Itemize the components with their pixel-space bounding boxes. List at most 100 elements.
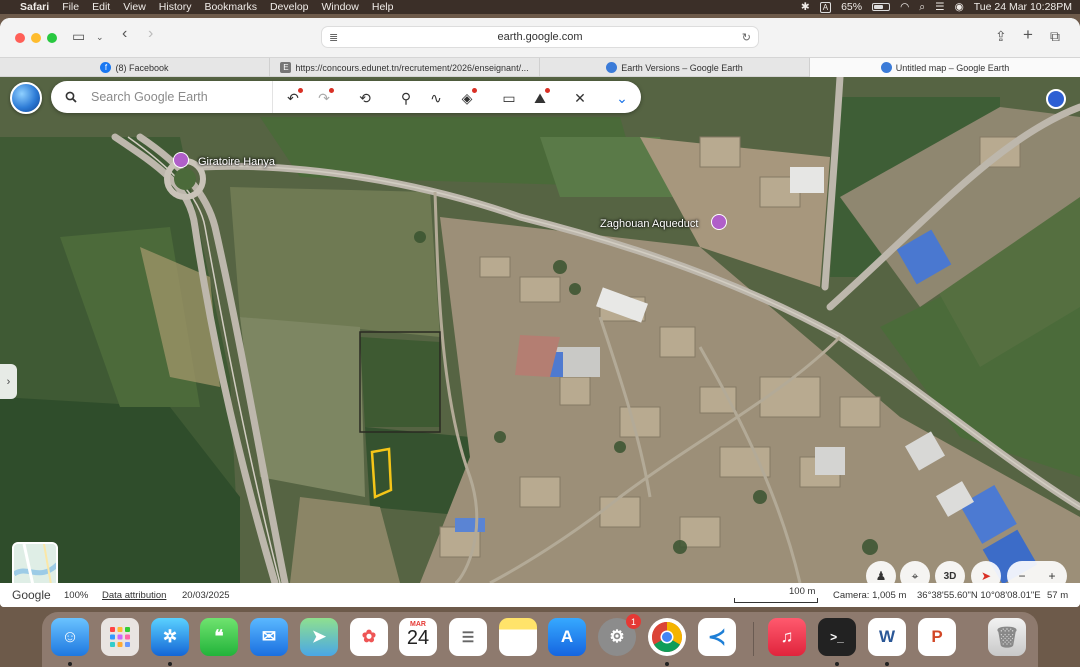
mail-icon[interactable]: ✉: [250, 618, 288, 656]
tab-facebook[interactable]: f (8) Facebook: [0, 58, 270, 77]
sidebar-toggle-icon[interactable]: ▭: [72, 28, 85, 45]
layers-notification-dot: [472, 88, 477, 93]
map-style-thumbnail[interactable]: [12, 542, 58, 583]
undo-icon[interactable]: ↶: [284, 88, 303, 107]
menu-file[interactable]: File: [62, 1, 79, 13]
page-menu-icon[interactable]: ≣: [329, 31, 338, 44]
siri-icon[interactable]: ◉: [955, 1, 964, 13]
bluetooth-icon[interactable]: ✱: [801, 1, 810, 13]
aqueduct-label[interactable]: Zaghouan Aqueduct: [600, 218, 698, 230]
spotlight-icon[interactable]: ⌕: [919, 1, 925, 14]
battery-percent[interactable]: 65%: [841, 1, 862, 13]
edunet-icon: E: [280, 62, 292, 73]
control-center-icon[interactable]: ☰: [935, 1, 944, 13]
menu-help[interactable]: Help: [372, 1, 394, 13]
close-window-button[interactable]: [15, 33, 25, 43]
earth-status-bar: Google 100% Data attribution 20/03/2025 …: [0, 583, 1080, 607]
placemark-icon[interactable]: ⚲: [397, 89, 415, 107]
address-bar[interactable]: ≣ earth.google.com ↻: [321, 26, 759, 48]
music-icon[interactable]: ♫: [768, 618, 806, 656]
menu-history[interactable]: History: [159, 1, 192, 13]
street-view-button[interactable]: ♟: [866, 561, 896, 583]
finder-icon[interactable]: ☺: [51, 618, 89, 656]
tab-earth-versions[interactable]: Earth Versions – Google Earth: [540, 58, 810, 77]
path-icon[interactable]: ∿: [427, 89, 445, 107]
powerpoint-icon[interactable]: P: [918, 618, 956, 656]
redo-notification-dot: [329, 88, 334, 93]
scale-label: 100 m: [789, 586, 816, 597]
chevron-down-icon[interactable]: ⌄: [613, 89, 631, 107]
undo-notification-dot: [298, 88, 303, 93]
launchpad-icon[interactable]: [101, 618, 139, 656]
trash-icon[interactable]: 🗑: [988, 618, 1026, 656]
keyboard-input-icon[interactable]: A: [819, 1, 832, 13]
history-icon[interactable]: ⟲: [356, 89, 374, 107]
app-store-icon[interactable]: A: [548, 618, 586, 656]
maps-icon[interactable]: ➤: [300, 618, 338, 656]
new-tab-button[interactable]: +: [1023, 25, 1033, 45]
compass-icon: ➤: [980, 569, 992, 583]
tab-title: Untitled map – Google Earth: [895, 62, 1010, 73]
chrome-logo: [651, 622, 683, 653]
menu-bookmarks[interactable]: Bookmarks: [204, 1, 257, 13]
vscode-icon[interactable]: ≺: [698, 618, 736, 656]
tab-untitled-map[interactable]: Untitled map – Google Earth: [810, 58, 1080, 77]
zoom-in-icon[interactable]: +: [1048, 569, 1055, 583]
menu-edit[interactable]: Edit: [92, 1, 110, 13]
menu-window[interactable]: Window: [322, 1, 359, 13]
roundabout-pin-icon[interactable]: [173, 152, 189, 168]
running-indicator: [168, 662, 172, 666]
messages-icon[interactable]: ❝: [200, 618, 238, 656]
data-attribution-link[interactable]: Data attribution: [102, 590, 166, 601]
location-button[interactable]: ⌖: [900, 561, 930, 583]
sidebar-chevron-icon[interactable]: ⌄: [96, 32, 104, 43]
layers-icon[interactable]: ◈: [458, 88, 477, 107]
zoom-window-button[interactable]: [47, 33, 57, 43]
tab-overview-icon[interactable]: ⧉: [1050, 28, 1060, 45]
notes-icon[interactable]: [499, 618, 537, 656]
word-icon[interactable]: W: [868, 618, 906, 656]
calendar-icon[interactable]: MAR 24: [399, 618, 437, 656]
share-icon[interactable]: ⇪: [995, 28, 1007, 45]
satellite-imagery[interactable]: [0, 77, 1080, 583]
system-settings-icon[interactable]: ⚙ 1: [598, 614, 641, 656]
safari-toolbar: ▭ ⌄ ‹ › ≣ earth.google.com ↻ ⇪ + ⧉: [0, 18, 1080, 57]
battery-icon[interactable]: [872, 3, 891, 11]
settings-badge: 1: [626, 614, 641, 629]
camera-altitude: Camera: 1,005 m: [833, 590, 907, 601]
roundabout-label[interactable]: Giratoire Hanya: [198, 156, 275, 168]
side-panel-toggle[interactable]: ›: [0, 364, 17, 399]
image-overlay-icon[interactable]: ⛰: [531, 88, 550, 107]
back-button[interactable]: ‹: [122, 25, 127, 43]
menu-view[interactable]: View: [123, 1, 146, 13]
menu-clock[interactable]: Tue 24 Mar 10:28PM: [974, 1, 1072, 13]
reload-icon[interactable]: ↻: [742, 31, 751, 44]
menu-develop[interactable]: Develop: [270, 1, 309, 13]
running-indicator: [885, 662, 889, 666]
calendar-day: 24: [406, 627, 430, 649]
three-d-toggle[interactable]: 3D: [935, 561, 965, 583]
terminal-icon[interactable]: >_: [818, 618, 856, 656]
safari-icon[interactable]: ✲: [151, 618, 189, 656]
menu-app-name[interactable]: Safari: [20, 1, 49, 13]
earth-map-view[interactable]: Search Google Earth ↶ ↷ ⟲ ⚲ ∿ ◈ ▭ ⛰ ✕ ⌄ …: [0, 77, 1080, 583]
tab-title: (8) Facebook: [115, 62, 169, 73]
search-icon: [65, 91, 77, 103]
tab-edunet[interactable]: E https://concours.edunet.tn/recrutement…: [270, 58, 540, 77]
account-avatar[interactable]: [1046, 89, 1066, 109]
zoom-out-icon[interactable]: −: [1018, 569, 1025, 583]
chrome-icon[interactable]: [648, 618, 686, 656]
forward-button[interactable]: ›: [148, 25, 153, 43]
tab-title: Earth Versions – Google Earth: [621, 62, 743, 73]
google-earth-logo-button[interactable]: [10, 82, 42, 114]
compass-button[interactable]: ➤: [971, 561, 1001, 583]
reminders-icon[interactable]: ☰: [449, 618, 487, 656]
wifi-icon[interactable]: ◠: [900, 1, 909, 13]
tools-icon[interactable]: ✕: [571, 89, 589, 107]
search-box[interactable]: Search Google Earth: [51, 81, 273, 113]
aqueduct-pin-icon[interactable]: [711, 214, 727, 230]
redo-icon[interactable]: ↷: [315, 88, 334, 107]
measure-icon[interactable]: ▭: [500, 89, 518, 107]
photos-icon[interactable]: ✿: [350, 618, 388, 656]
minimize-window-button[interactable]: [31, 33, 41, 43]
